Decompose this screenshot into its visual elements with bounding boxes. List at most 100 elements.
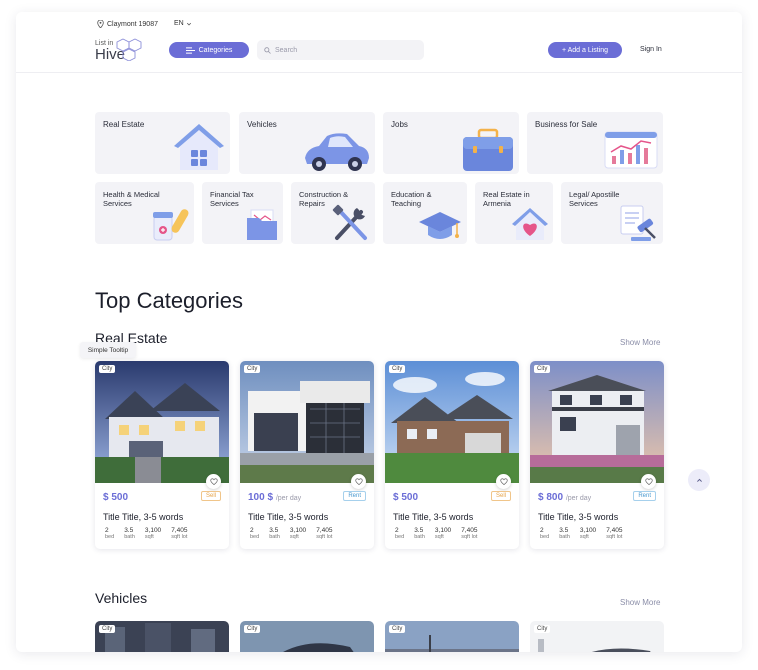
vehicle-card[interactable]: City (530, 621, 664, 652)
favorite-button[interactable] (496, 474, 511, 489)
listing-price: $ 800 /per day (538, 492, 592, 503)
city-chip: City (389, 365, 406, 373)
briefcase-icon (463, 128, 513, 171)
listing-stats: 2 bed 3.5 bath 3,100 sqft 7,405 sqft lot (250, 527, 342, 541)
listing-photo (95, 361, 229, 483)
tooltip: Simple Tooltip (80, 342, 136, 358)
vehicle-card[interactable]: City (240, 621, 374, 652)
house-icon (174, 124, 224, 170)
tools-icon (332, 204, 367, 240)
category-label: Business for Sale (535, 120, 598, 129)
stat-bed: 2 bed (105, 527, 115, 540)
page-frame: Claymont 19087 EN List in Hive Categorie… (16, 12, 742, 652)
graduation-cap-icon (419, 212, 461, 239)
category-card-business-for-sale[interactable]: Business for Sale (527, 112, 663, 174)
scroll-up-button[interactable] (688, 469, 710, 491)
city-chip: City (244, 625, 261, 633)
location-text: Claymont 19087 (107, 20, 158, 28)
listing-stats: 2 bed 3.5 bath 3,100 sqft 7,405 sqft lot (540, 527, 632, 541)
listing-photo (385, 361, 519, 483)
stat-bed: 2 bed (395, 527, 405, 540)
top-navigation-bar: Claymont 19087 EN List in Hive Categorie… (16, 12, 742, 73)
search-placeholder: Search (275, 46, 298, 54)
city-chip: City (99, 365, 116, 373)
category-card-real-estate[interactable]: Real Estate (95, 112, 230, 174)
language-text: EN (174, 20, 184, 27)
rent-badge: Rent (343, 491, 366, 501)
listing-photo (240, 361, 374, 483)
listing-photo (530, 361, 664, 483)
favorite-button[interactable] (351, 474, 366, 489)
stat-bath: 3.5 bath (414, 527, 425, 540)
listing-stats: 2 bed 3.5 bath 3,100 sqft 7,405 sqft lot (105, 527, 197, 541)
category-card-financial-tax[interactable]: Financial Tax Services (202, 182, 283, 244)
listing-title: Title Title, 3-5 words (103, 512, 184, 522)
sign-in-link[interactable]: Sign In (640, 46, 662, 53)
show-more-real-estate-link[interactable]: Show More (620, 338, 660, 347)
favorite-button[interactable] (641, 474, 656, 489)
add-listing-label: + Add a Listing (561, 46, 609, 54)
categories-button[interactable]: Categories (169, 42, 249, 58)
category-label: Jobs (391, 120, 408, 129)
city-chip: City (99, 625, 116, 633)
listing-stats: 2 bed 3.5 bath 3,100 sqft 7,405 sqft lot (395, 527, 487, 541)
chart-board-icon (604, 131, 658, 169)
categories-label: Categories (198, 46, 233, 54)
show-more-vehicles-link[interactable]: Show More (620, 598, 660, 607)
category-card-real-estate-armenia[interactable]: Real Estate in Armenia (475, 182, 553, 244)
listing-card[interactable]: City $ 500 Sell Title Title, 3-5 words 2… (95, 361, 229, 549)
listing-price: $ 500 (393, 492, 419, 503)
site-logo[interactable]: List in Hive (95, 37, 151, 65)
location-selector[interactable]: Claymont 19087 (97, 20, 158, 28)
location-pin-icon (97, 20, 104, 28)
favorite-button[interactable] (206, 474, 221, 489)
medicine-icon (153, 209, 189, 241)
language-selector[interactable]: EN (174, 20, 192, 27)
stat-bed: 2 bed (540, 527, 550, 540)
category-card-construction[interactable]: Construction & Repairs (291, 182, 375, 244)
category-card-health-medical[interactable]: Health & Medical Services (95, 182, 194, 244)
hexagon-logo-icon (116, 38, 142, 61)
stat-sqft: 3,100 sqft (144, 527, 162, 540)
vehicle-photo (385, 621, 519, 652)
chevron-up-icon (696, 478, 702, 482)
category-label: Education & Teaching (391, 190, 432, 208)
category-card-vehicles[interactable]: Vehicles (239, 112, 375, 174)
category-card-legal-apostille[interactable]: Legal/ Apostille Services (561, 182, 663, 244)
vehicle-card[interactable]: City (95, 621, 229, 652)
stat-sqft-lot: 7,405 sqft lot (316, 527, 333, 540)
stat-sqft: 3,100 sqft (289, 527, 307, 540)
listing-title: Title Title, 3-5 words (393, 512, 474, 522)
search-input[interactable]: Search (257, 40, 424, 60)
stat-sqft: 3,100 sqft (579, 527, 597, 540)
list-icon (185, 46, 195, 54)
listing-title: Title Title, 3-5 words (538, 512, 619, 522)
category-card-jobs[interactable]: Jobs (383, 112, 519, 174)
listing-card[interactable]: City 100 $ /per day Rent Title Title, 3-… (240, 361, 374, 549)
vehicle-card[interactable]: City (385, 621, 519, 652)
vehicles-heading: Vehicles (95, 590, 148, 606)
gavel-icon (620, 205, 656, 241)
city-chip: City (534, 625, 551, 633)
category-label: Financial Tax Services (210, 190, 254, 208)
city-chip: City (389, 625, 406, 633)
listing-price: 100 $ /per day (248, 492, 302, 503)
city-chip: City (534, 365, 551, 373)
add-listing-button[interactable]: + Add a Listing (548, 42, 622, 58)
heart-house-icon (512, 208, 548, 240)
listing-title: Title Title, 3-5 words (248, 512, 329, 522)
rent-badge: Rent (633, 491, 656, 501)
heart-icon (209, 478, 218, 485)
vehicle-photo (530, 621, 664, 652)
chevron-down-icon (186, 22, 191, 25)
listing-card[interactable]: City $ 800 /per day Rent Title Title, 3-… (530, 361, 664, 549)
category-label: Real Estate (103, 120, 145, 129)
listing-card[interactable]: City $ 500 Sell Title Title, 3-5 words 2… (385, 361, 519, 549)
stat-bath: 3.5 bath (559, 527, 570, 540)
heart-icon (644, 478, 653, 485)
top-categories-heading: Top Categories (95, 288, 243, 313)
sell-badge: Sell (200, 491, 221, 501)
category-card-education[interactable]: Education & Teaching (383, 182, 467, 244)
folder-icon (247, 209, 277, 240)
vehicle-photo (95, 621, 229, 652)
